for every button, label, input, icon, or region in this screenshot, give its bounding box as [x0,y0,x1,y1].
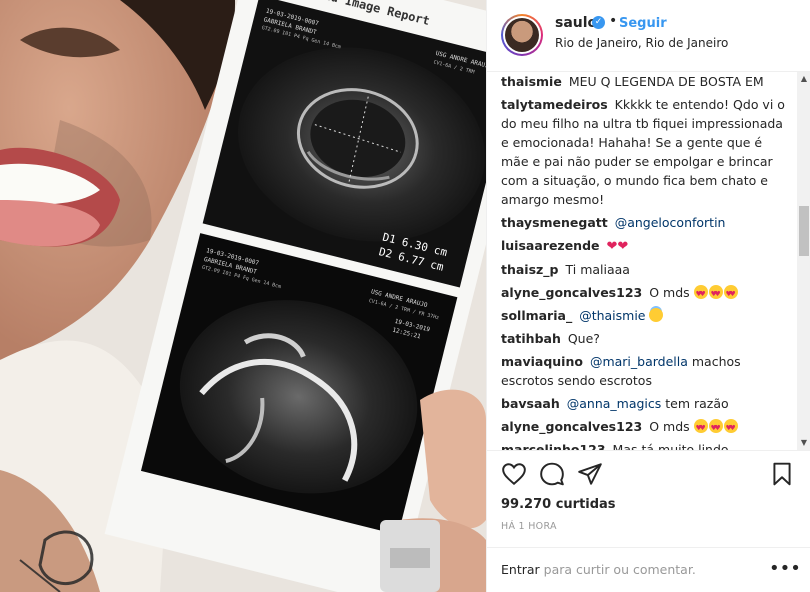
more-dots-icon[interactable]: ••• [769,558,801,579]
comment-text: Mas tá muito lindo [612,442,729,450]
bookmark-icon[interactable] [769,461,795,487]
heart-eyes-emoji-icon [708,285,723,304]
add-comment-field[interactable]: Entrar para curtir ou comentar. [501,560,751,580]
comment-text: tem razão [665,396,729,411]
comment: talytamedeiros Kkkkk te entendo! Qdo vi … [501,95,789,209]
scroll-up-arrow-icon[interactable]: ▲ [797,72,810,86]
comment-username[interactable]: alyne_goncalves123 [501,419,642,434]
comment: thaysmenegatt @angeloconfortin [501,213,789,232]
comment: alyne_goncalves123 O mds [501,283,789,304]
heart-eyes-emoji-icon [693,285,708,304]
comment: alyne_goncalves123 O mds [501,417,789,438]
comment-text: Que? [567,331,600,346]
heart-emoji-icon: ❤ [617,239,629,254]
comment-text: Kkkkk te entendo! Qdo vi o do meu filho … [501,97,785,207]
comment-username[interactable]: sollmaria_ [501,308,572,323]
post-side-panel: saulo ✓ • Seguir Rio de Janeiro, Rio de … [486,0,810,592]
author-username[interactable]: saulo [555,15,597,31]
comment-username[interactable]: thaisz_p [501,262,559,277]
comment-text: O mds [649,285,690,300]
follow-button[interactable]: Seguir [619,16,667,31]
heart-outline-icon[interactable] [501,461,527,487]
post-photo: Ultrasound Image Report 19-03-2019-0007 … [0,0,486,592]
comment: marcelinho123 Mas tá muito lindo [501,440,789,450]
comment-username[interactable]: thaysmenegatt [501,215,608,230]
post-timestamp[interactable]: HÁ 1 HORA [501,521,557,532]
comment: bavsaah @anna_magics tem razão [501,394,789,413]
comment-username[interactable]: talytamedeiros [501,97,608,112]
comment-text: MEU Q LEGENDA DE BOSTA EM [568,74,764,89]
share-icon[interactable] [577,461,603,487]
comment-username[interactable]: thaismie [501,74,562,89]
comment-username[interactable]: marcelinho123 [501,442,606,450]
comment: thaisz_p Ti maliaaa [501,260,789,279]
comment-username[interactable]: tatihbah [501,331,561,346]
add-comment-hint: para curtir ou comentar. [539,562,696,577]
comment-mention[interactable]: @angeloconfortin [615,215,726,230]
comment-username[interactable]: bavsaah [501,396,560,411]
comment-mention[interactable]: @mari_bardella [590,354,688,369]
verified-badge-icon: ✓ [592,16,605,29]
comment-mention[interactable]: @anna_magics [567,396,662,411]
comment: sollmaria_ @thaismie [501,306,789,325]
comments-list: thaismie MEU Q LEGENDA DE BOSTA EM talyt… [487,72,797,450]
comment: thaismie MEU Q LEGENDA DE BOSTA EM [501,72,789,91]
scroll-down-arrow-icon[interactable]: ▼ [797,436,810,450]
comment-username[interactable]: maviaquino [501,354,583,369]
heart-eyes-emoji-icon [723,285,738,304]
heart-eyes-emoji-icon [693,419,708,438]
scrollbar-thumb[interactable] [799,206,809,256]
post-actions: 99.270 curtidas HÁ 1 HORA Entrar para cu… [487,450,810,592]
login-link[interactable]: Entrar [501,562,540,577]
heart-eyes-emoji-icon [723,419,738,438]
halo-face-emoji-icon [649,308,664,322]
comment-mention[interactable]: @thaismie [579,308,645,323]
comment-icon[interactable] [539,461,565,487]
comment-username[interactable]: luisaarezende [501,238,600,253]
comment-username[interactable]: alyne_goncalves123 [501,285,642,300]
separator-dot: • [609,13,618,29]
likes-count[interactable]: 99.270 curtidas [501,497,616,512]
comment: tatihbah Que? [501,329,789,348]
comments-scrollbar[interactable]: ▲ ▼ [797,72,810,450]
comment-text: Ti maliaaa [565,262,630,277]
post-header: saulo ✓ • Seguir Rio de Janeiro, Rio de … [487,0,810,72]
heart-eyes-emoji-icon [708,419,723,438]
comment: maviaquino @mari_bardella machos escroto… [501,352,789,390]
location-link[interactable]: Rio de Janeiro, Rio de Janeiro [555,36,728,50]
comment-text: O mds [649,419,690,434]
comment: luisaarezende ❤❤ [501,236,789,256]
avatar[interactable] [501,14,543,56]
add-comment-bar: Entrar para curtir ou comentar. ••• [487,547,810,592]
heart-emoji-icon: ❤ [606,239,618,254]
